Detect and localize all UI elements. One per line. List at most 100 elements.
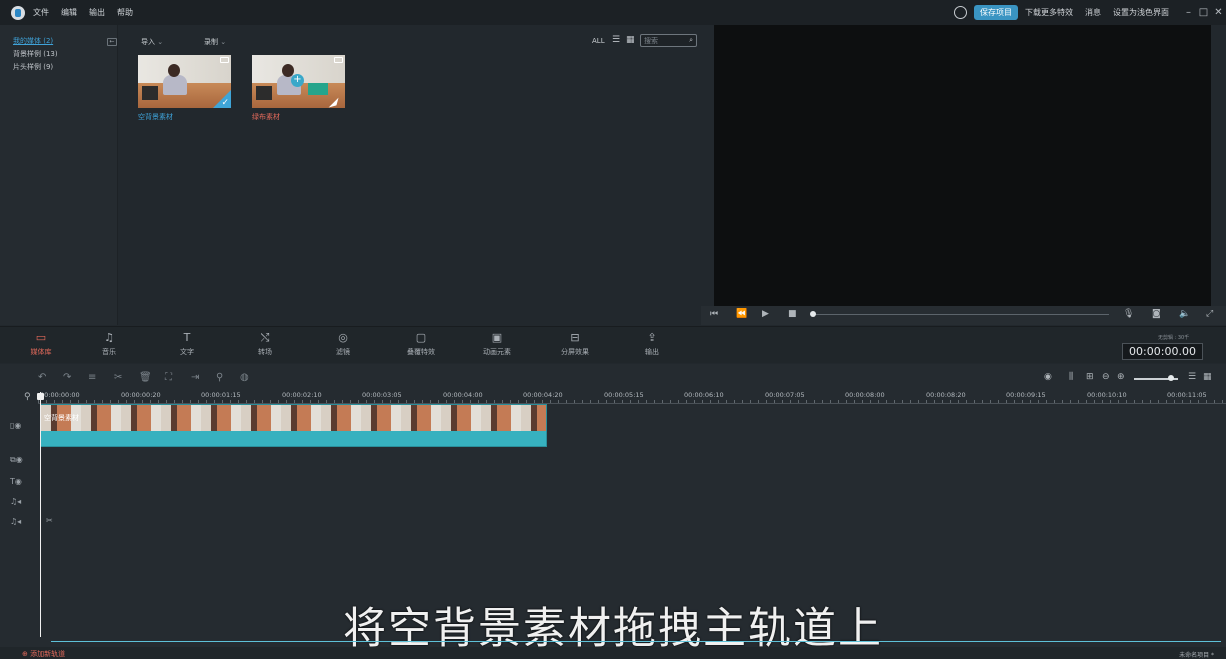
project-name: 未命名项目 * xyxy=(1179,652,1214,659)
zoom-slider-handle[interactable] xyxy=(1168,375,1174,381)
clip-thumbnails xyxy=(41,405,546,431)
library-sidebar: 我的媒体 (2) 背景样例 (13) 片头样例 (9) ← xyxy=(0,25,118,346)
menu-export[interactable]: 输出 xyxy=(89,7,105,18)
menu-bar: 文件 编辑 输出 帮助 保存项目 下载更多特效 消息 设置为浅色界面 – □ ✕ xyxy=(0,0,1226,25)
save-project-button[interactable]: 保存项目 xyxy=(974,5,1018,20)
tab-filters[interactable]: ◎ 滤镜 xyxy=(313,331,373,357)
tab-label: 动画元素 xyxy=(483,348,511,356)
transition-icon: ⤭ xyxy=(260,331,270,344)
account-icon[interactable] xyxy=(954,6,967,19)
ruler-label: 00:00:10:10 xyxy=(1087,391,1127,399)
media-item-empty-background[interactable]: ✓ xyxy=(138,55,231,108)
stop-icon[interactable]: ■ xyxy=(788,309,797,319)
ruler-label: 00:00:08:20 xyxy=(926,391,966,399)
record-dropdown[interactable]: 录制 xyxy=(204,37,226,47)
adjust-icon[interactable]: ≡ xyxy=(88,372,96,383)
list-view-icon[interactable]: ☰ xyxy=(612,36,621,45)
step-back-icon[interactable]: ⏪ xyxy=(736,309,747,319)
speed-icon[interactable]: ◍ xyxy=(240,372,249,383)
delete-icon[interactable]: 🗑 xyxy=(139,372,152,383)
tab-label: 输出 xyxy=(645,348,659,356)
menu-help[interactable]: 帮助 xyxy=(117,7,133,18)
redo-icon[interactable]: ↷ xyxy=(63,372,71,383)
messages-link[interactable]: 消息 xyxy=(1085,7,1101,18)
library-item-my-media[interactable]: 我的媒体 (2) xyxy=(13,36,53,46)
tab-overlays[interactable]: ▢ 叠覆特效 xyxy=(391,331,451,357)
menu-file[interactable]: 文件 xyxy=(33,7,49,18)
grid-view-icon[interactable]: ▦ xyxy=(1203,372,1212,382)
audio-track-icon[interactable]: ♫◂ xyxy=(10,497,21,506)
color-icon[interactable]: ⚲ xyxy=(216,372,223,383)
tab-music[interactable]: ♫ 音乐 xyxy=(79,331,139,357)
render-icon[interactable]: ◉ xyxy=(1044,372,1052,382)
volume-icon[interactable]: 🔈 xyxy=(1179,309,1190,319)
timecode-display: 00:00:00.00 xyxy=(1122,343,1203,360)
zoom-in-icon[interactable]: ⊕ xyxy=(1117,372,1125,382)
media-panel: 导入 录制 ALL ☰ ▦ 搜索 ⌕ ✓ 空背景素材 + 绿布素材 xyxy=(119,25,701,325)
search-placeholder: 搜索 xyxy=(644,37,658,45)
audio-track-icon[interactable]: ♫◂ xyxy=(10,517,21,526)
menu-edit[interactable]: 编辑 xyxy=(61,7,77,18)
app-logo xyxy=(11,5,25,20)
add-track-button[interactable]: ⊕ 添加新轨道 xyxy=(22,649,65,659)
library-item-intros[interactable]: 片头样例 (9) xyxy=(13,62,53,72)
grid-view-icon[interactable]: ▦ xyxy=(626,36,635,45)
tab-label: 滤镜 xyxy=(336,348,350,356)
tab-transitions[interactable]: ⤭ 转场 xyxy=(235,331,295,357)
tab-elements[interactable]: ▣ 动画元素 xyxy=(467,331,527,357)
text-icon: T xyxy=(183,331,191,344)
search-icon: ⌕ xyxy=(689,36,693,44)
filter-all[interactable]: ALL xyxy=(592,37,605,45)
tab-split-screen[interactable]: ⊟ 分屏效果 xyxy=(545,331,605,357)
tab-label: 文字 xyxy=(180,348,194,356)
collapse-panel-icon[interactable]: ← xyxy=(107,38,117,46)
crop-icon[interactable]: ⛶ xyxy=(165,372,172,383)
cut-icon[interactable]: ✂ xyxy=(114,372,122,383)
tab-media-library[interactable]: ▭ 媒体库 xyxy=(11,331,71,357)
audio-mixer-icon[interactable]: ⫼ xyxy=(1069,372,1073,382)
minimize-icon[interactable]: – xyxy=(1181,7,1196,18)
tab-text[interactable]: T 文字 xyxy=(157,331,217,357)
media-item-green-screen[interactable]: + xyxy=(252,55,345,108)
import-dropdown[interactable]: 导入 xyxy=(141,37,163,47)
maximize-icon[interactable]: □ xyxy=(1196,7,1211,18)
fullscreen-icon[interactable]: ⤢ xyxy=(1206,309,1213,319)
folder-icon: ▭ xyxy=(35,331,47,344)
fit-timeline-icon[interactable]: ⊞ xyxy=(1086,372,1094,382)
add-track-label: 添加新轨道 xyxy=(30,650,66,658)
mic-icon[interactable]: 🎙 xyxy=(1123,309,1134,319)
undo-icon[interactable]: ↶ xyxy=(38,372,46,383)
list-view-icon[interactable]: ☰ xyxy=(1188,372,1196,382)
ruler-label: 00:00:11:05 xyxy=(1167,391,1207,399)
ruler-label: 00:00:04:20 xyxy=(523,391,563,399)
close-icon[interactable]: ✕ xyxy=(1211,7,1226,18)
library-item-backgrounds[interactable]: 背景样例 (13) xyxy=(13,49,58,59)
overlay-track-icon[interactable]: ⧉◉ xyxy=(10,455,23,465)
snap-icon[interactable]: ⚲ xyxy=(24,392,31,402)
video-track-icon[interactable]: ▯◉ xyxy=(10,421,21,430)
play-icon[interactable]: ▶ xyxy=(762,309,769,319)
ruler-label: 00:00:00:20 xyxy=(121,391,161,399)
zoom-out-icon[interactable]: ⊖ xyxy=(1102,372,1110,382)
ruler-label: 00:00:08:00 xyxy=(845,391,885,399)
ruler-label: 00:00:02:10 xyxy=(282,391,322,399)
timeline-scrollbar[interactable] xyxy=(51,641,1221,642)
search-input[interactable]: 搜索 ⌕ xyxy=(640,34,697,47)
skip-back-icon[interactable]: ⏮ xyxy=(710,309,718,319)
add-to-timeline-icon[interactable]: + xyxy=(291,74,304,87)
video-icon xyxy=(220,57,229,63)
tab-export[interactable]: ⇪ 输出 xyxy=(622,331,682,357)
snapshot-icon[interactable]: ◙ xyxy=(1152,309,1161,319)
scissors-icon[interactable]: ✂ xyxy=(46,516,53,525)
ruler-label: 00:00:00:00 xyxy=(40,391,80,399)
split-icon[interactable]: ⇥ xyxy=(191,372,199,383)
preview-scrubber[interactable] xyxy=(813,314,1109,315)
split-screen-icon: ⊟ xyxy=(570,331,580,344)
scrubber-handle[interactable] xyxy=(810,311,816,317)
timeline-clip[interactable]: 空背景素材 xyxy=(40,404,547,447)
text-track-icon[interactable]: T◉ xyxy=(10,477,22,486)
preview-window xyxy=(714,25,1211,306)
settings-link[interactable]: 设置为浅色界面 xyxy=(1113,7,1169,18)
download-effects-link[interactable]: 下载更多特效 xyxy=(1025,7,1073,18)
overlay-icon: ▢ xyxy=(415,331,427,344)
